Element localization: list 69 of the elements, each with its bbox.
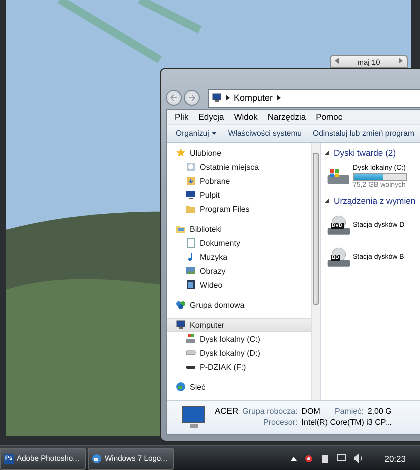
collapse-arrow-icon[interactable] <box>324 198 330 204</box>
speaker-icon[interactable] <box>354 454 364 463</box>
windows-drive-icon <box>186 334 196 344</box>
field-label: Procesor: <box>264 418 298 427</box>
nav-item[interactable]: Ostatnie miejsca <box>167 160 311 174</box>
nav-item[interactable]: Dysk lokalny (C:) <box>167 332 311 346</box>
network-icon[interactable] <box>336 454 347 463</box>
nav-item[interactable]: Sieć <box>167 380 311 394</box>
homegroup-icon <box>176 300 186 310</box>
places-icon <box>186 162 196 172</box>
breadcrumb-arrow-icon[interactable] <box>277 95 282 101</box>
forward-button[interactable] <box>184 90 200 106</box>
previous-arrow-icon[interactable] <box>335 58 340 64</box>
nav-item[interactable]: Muzyka <box>167 250 311 264</box>
nav-item[interactable]: Pulpit <box>167 188 311 202</box>
computer-name: ACER <box>215 406 239 416</box>
download-folder-icon <box>186 176 196 186</box>
nav-item[interactable]: Dysk lokalny (D:) <box>167 346 311 360</box>
nav-item[interactable]: P-DZIAK (F:) <box>167 360 311 374</box>
nav-item[interactable]: Grupa domowa <box>167 298 311 312</box>
collapse-arrow-icon[interactable] <box>324 150 330 156</box>
nav-item[interactable]: Komputer <box>167 318 311 332</box>
network-globe-icon <box>176 382 186 392</box>
nav-item[interactable]: Pobrane <box>167 174 311 188</box>
film-icon <box>186 280 196 290</box>
menu-item[interactable]: Widok <box>234 112 258 122</box>
folder-icon <box>186 204 196 214</box>
caret-icon <box>212 132 218 135</box>
document-icon <box>186 238 196 248</box>
computer-monitor-icon <box>181 406 207 430</box>
drive-icon <box>186 348 196 358</box>
hard-drive-icon <box>327 168 351 186</box>
bug-icon[interactable] <box>304 454 314 464</box>
next-arrow-icon[interactable] <box>398 58 403 64</box>
field-label: Pamięć: <box>334 407 364 416</box>
library-icon <box>176 224 186 234</box>
computer-icon <box>212 93 222 103</box>
device-icon[interactable] <box>320 454 330 464</box>
field-value: 2,00 G <box>368 407 392 416</box>
nav-item[interactable]: Dokumenty <box>167 236 311 250</box>
nav-item[interactable]: Wideo <box>167 278 311 292</box>
field-label: Grupa robocza: <box>242 407 298 416</box>
menu-item[interactable]: Narzędzia <box>268 112 306 122</box>
desktop-icon <box>186 190 196 200</box>
nav-item[interactable]: Biblioteki <box>167 222 311 236</box>
forward-arrow-icon <box>188 94 196 102</box>
scrollbar-thumb[interactable] <box>313 153 319 305</box>
globe-icon <box>92 454 102 464</box>
field-value: Intel(R) Core(TM) i3 CP... <box>302 418 392 427</box>
nav-item[interactable]: Program Files <box>167 202 311 216</box>
breadcrumb-arrow-icon[interactable] <box>226 95 230 101</box>
nav-item[interactable]: Obrazy <box>167 264 311 278</box>
address-bar[interactable]: Komputer <box>208 88 420 108</box>
back-button[interactable] <box>166 90 182 106</box>
menu-item[interactable]: Edycja <box>198 112 224 122</box>
back-arrow-icon <box>170 94 178 102</box>
picture-icon <box>186 266 196 276</box>
scrollbar[interactable] <box>311 143 320 400</box>
menu-item[interactable]: Pomoc <box>316 112 343 122</box>
computer-icon <box>176 320 186 330</box>
group-header[interactable]: Dyski twarde (2) <box>334 148 396 158</box>
field-value: DOM <box>302 407 322 416</box>
group-header[interactable]: Urządzenia z wymien <box>334 196 416 206</box>
nav-item[interactable]: Ulubione <box>167 146 311 160</box>
show-hidden-icons-arrow-icon[interactable] <box>290 456 297 460</box>
clock[interactable]: 20:23 <box>384 454 406 464</box>
star-icon <box>176 148 186 158</box>
menu-item[interactable]: Plik <box>175 112 189 122</box>
breadcrumb-item[interactable]: Komputer <box>234 93 274 103</box>
